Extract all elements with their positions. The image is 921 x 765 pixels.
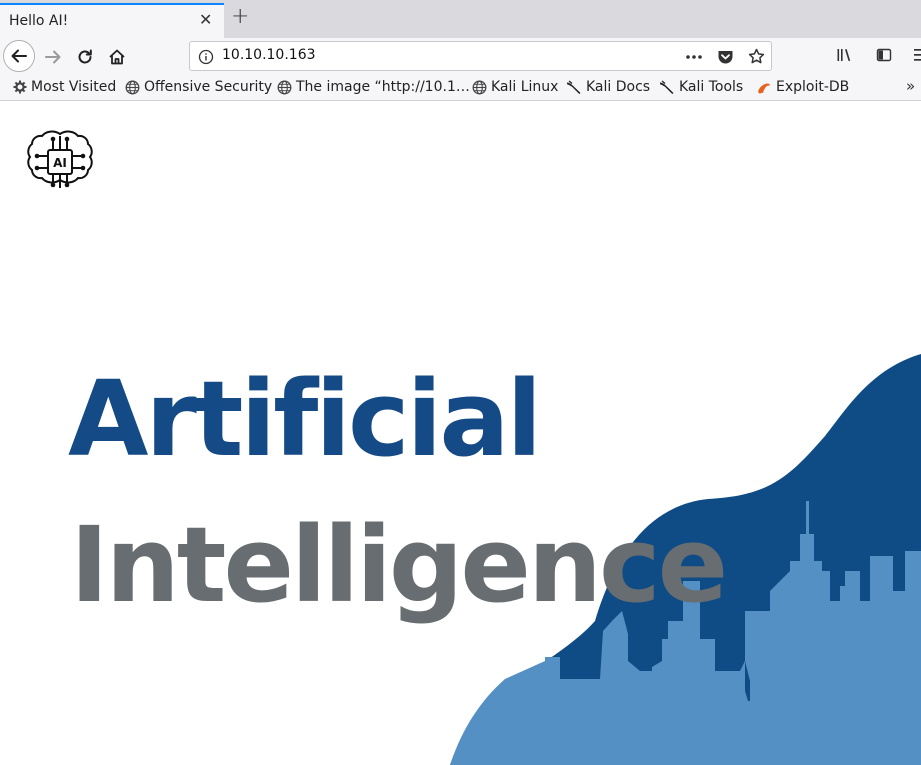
- reload-button[interactable]: [70, 42, 100, 72]
- bookmark-star-icon[interactable]: [748, 48, 765, 65]
- url-actions: [685, 48, 765, 65]
- menu-icon[interactable]: [914, 48, 921, 62]
- bookmark-image-link[interactable]: The image “http://10.1…: [277, 79, 470, 95]
- headline-intelligence: Intelligence: [70, 504, 728, 626]
- bookmark-label: Offensive Security: [144, 79, 273, 95]
- bookmark-label: Kali Linux: [491, 79, 559, 95]
- forward-arrow-icon: [45, 50, 61, 64]
- kali-dragon-icon: [660, 80, 674, 94]
- bookmark-label: The image “http://10.1…: [296, 79, 470, 95]
- home-button[interactable]: [102, 42, 132, 72]
- globe-icon: [472, 80, 487, 94]
- back-button[interactable]: [3, 40, 35, 72]
- bookmark-exploit-db[interactable]: Exploit-DB: [756, 79, 849, 95]
- url-text[interactable]: 10.10.10.163: [222, 47, 316, 63]
- kali-dragon-icon: [567, 80, 581, 94]
- library-icon[interactable]: [836, 47, 854, 63]
- home-icon: [109, 49, 125, 65]
- bookmark-label: Kali Docs: [586, 79, 651, 95]
- url-bar[interactable]: 10.10.10.163: [189, 41, 772, 71]
- bookmark-label: Kali Tools: [679, 79, 744, 95]
- tab-active[interactable]: Hello AI! ✕: [0, 3, 224, 38]
- bookmark-label: Most Visited: [31, 79, 117, 95]
- logo-text: AI: [53, 156, 67, 170]
- bookmarks-toolbar: Most Visited Offensive Security The imag…: [0, 75, 921, 101]
- page-actions-icon[interactable]: [685, 49, 703, 65]
- new-tab-icon[interactable]: +: [231, 6, 249, 28]
- tab-strip: Hello AI! ✕ +: [0, 0, 921, 38]
- tab-title: Hello AI!: [9, 13, 69, 29]
- back-arrow-icon: [11, 49, 27, 63]
- sidebar-icon[interactable]: [876, 47, 892, 63]
- bookmark-offensive-security[interactable]: Offensive Security: [125, 79, 272, 95]
- ai-brain-logo: AI: [27, 130, 93, 188]
- bookmark-kali-linux[interactable]: Kali Linux: [472, 79, 558, 95]
- bookmark-kali-tools[interactable]: Kali Tools: [659, 79, 743, 95]
- reload-icon: [78, 49, 92, 64]
- navigation-toolbar: 10.10.10.163: [0, 38, 921, 75]
- bookmark-label: Exploit-DB: [776, 79, 850, 95]
- pocket-icon[interactable]: [717, 49, 734, 65]
- bookmarks-overflow-icon[interactable]: »: [906, 77, 915, 95]
- headline-artificial: Artificial: [68, 358, 542, 480]
- gear-icon: [13, 80, 27, 94]
- site-info-icon[interactable]: [198, 49, 214, 65]
- exploit-db-icon: [758, 82, 770, 93]
- page-content: AI Artificial Intelligence: [0, 101, 921, 765]
- toolbar-right: [836, 47, 921, 63]
- globe-icon: [125, 80, 140, 94]
- bookmark-most-visited[interactable]: Most Visited: [13, 79, 116, 95]
- close-tab-icon[interactable]: ✕: [199, 12, 212, 28]
- globe-icon: [277, 80, 292, 94]
- bookmark-kali-docs[interactable]: Kali Docs: [566, 79, 650, 95]
- forward-button[interactable]: [38, 42, 68, 72]
